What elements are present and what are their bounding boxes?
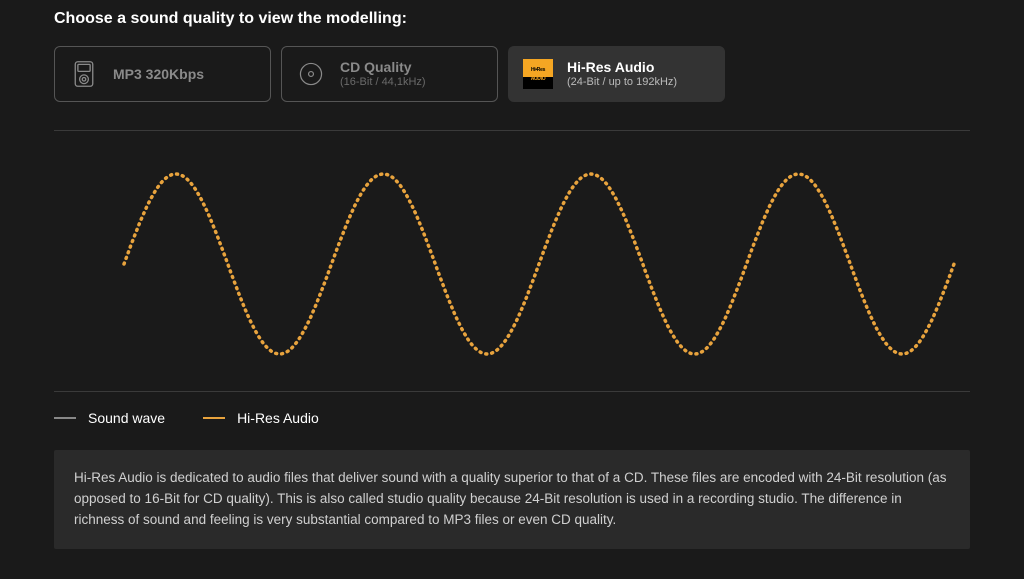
legend-soundwave-label: Sound wave (88, 410, 165, 426)
tab-cd-title: CD Quality (340, 59, 426, 76)
divider (54, 130, 970, 131)
cd-icon (296, 59, 326, 89)
mp3-player-icon (69, 59, 99, 89)
section-heading: Choose a sound quality to view the model… (54, 10, 970, 28)
tab-hires[interactable]: Hi•ResAUDIO Hi-Res Audio (24-Bit / up to… (508, 46, 725, 102)
hires-audio-icon: Hi•ResAUDIO (523, 59, 553, 89)
wave-visualization (54, 149, 970, 379)
legend-swatch-orange (203, 417, 225, 419)
tab-mp3[interactable]: MP3 320Kbps (54, 46, 271, 102)
tab-cd[interactable]: CD Quality (16-Bit / 44,1kHz) (281, 46, 498, 102)
tab-cd-sub: (16-Bit / 44,1kHz) (340, 76, 426, 89)
divider (54, 391, 970, 392)
description-box: Hi-Res Audio is dedicated to audio files… (54, 450, 970, 549)
legend: Sound wave Hi-Res Audio (54, 410, 970, 426)
tab-hires-sub: (24-Bit / up to 192kHz) (567, 76, 677, 89)
legend-swatch-grey (54, 417, 76, 419)
tab-hires-title: Hi-Res Audio (567, 59, 677, 76)
quality-tabs: MP3 320Kbps CD Quality (16-Bit / 44,1kHz… (54, 46, 970, 102)
description-text: Hi-Res Audio is dedicated to audio files… (74, 470, 946, 527)
legend-hires-label: Hi-Res Audio (237, 410, 319, 426)
tab-mp3-title: MP3 320Kbps (113, 66, 204, 83)
